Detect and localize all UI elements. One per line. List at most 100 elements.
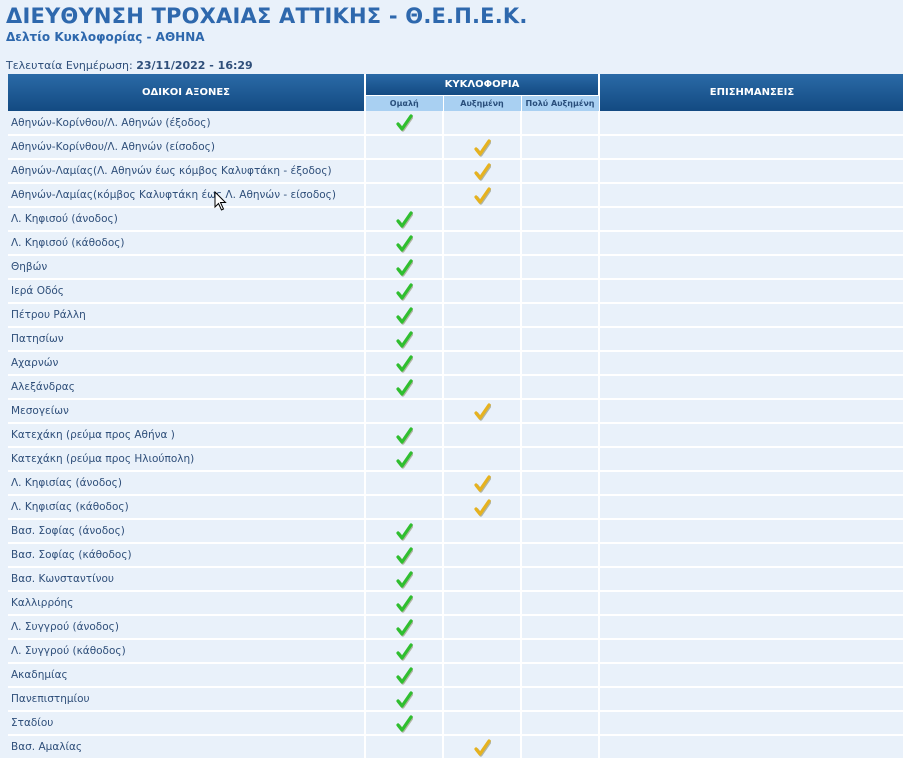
status-cell bbox=[365, 615, 444, 640]
notes-cell bbox=[599, 471, 903, 496]
status-cell bbox=[443, 399, 522, 424]
green-check-icon bbox=[396, 235, 413, 253]
table-row: Πατησίων bbox=[8, 327, 903, 352]
green-check-icon bbox=[396, 667, 413, 685]
table-row: Μεσογείων bbox=[8, 399, 903, 424]
header-status-very-increased: Πολύ Αυξημένη bbox=[521, 94, 600, 111]
status-cell bbox=[521, 327, 600, 352]
status-cell bbox=[365, 495, 444, 520]
status-cell bbox=[521, 591, 600, 616]
status-cell bbox=[365, 111, 444, 136]
yellow-check-icon bbox=[474, 163, 491, 181]
status-cell bbox=[521, 207, 600, 232]
road-name: Αθηνών-Λαμίας(κόμβος Καλυφτάκη έως Λ. Αθ… bbox=[8, 183, 366, 208]
road-name: Πέτρου Ράλλη bbox=[8, 303, 366, 328]
status-cell bbox=[521, 615, 600, 640]
status-cell bbox=[521, 135, 600, 160]
green-check-icon bbox=[396, 355, 413, 373]
table-row: Κατεχάκη (ρεύμα προς Αθήνα ) bbox=[8, 423, 903, 448]
notes-cell bbox=[599, 231, 903, 256]
green-check-icon bbox=[396, 715, 413, 733]
road-name: Λ. Κηφισίας (άνοδος) bbox=[8, 471, 366, 496]
table-row: Αθηνών-Κορίνθου/Λ. Αθηνών (έξοδος) bbox=[8, 111, 903, 136]
status-cell bbox=[365, 279, 444, 304]
table-row: Λ. Κηφισίας (άνοδος) bbox=[8, 471, 903, 496]
status-cell bbox=[521, 663, 600, 688]
status-cell bbox=[365, 711, 444, 736]
traffic-bulletin-page: ΔΙΕΥΘΥΝΣΗ ΤΡΟΧΑΙΑΣ ΑΤΤΙΚΗΣ - Θ.Ε.Π.Ε.Κ. … bbox=[0, 0, 903, 758]
page-title: ΔΙΕΥΘΥΝΣΗ ΤΡΟΧΑΙΑΣ ΑΤΤΙΚΗΣ - Θ.Ε.Π.Ε.Κ. bbox=[6, 4, 528, 28]
status-cell bbox=[365, 183, 444, 208]
road-name: Ακαδημίας bbox=[8, 663, 366, 688]
status-cell bbox=[443, 711, 522, 736]
notes-cell bbox=[599, 375, 903, 400]
notes-cell bbox=[599, 711, 903, 736]
green-check-icon bbox=[396, 259, 413, 277]
status-cell bbox=[521, 231, 600, 256]
table-row: Ακαδημίας bbox=[8, 663, 903, 688]
road-name: Αθηνών-Λαμίας(Λ. Αθηνών έως κόμβος Καλυφ… bbox=[8, 159, 366, 184]
road-name: Κατεχάκη (ρεύμα προς Αθήνα ) bbox=[8, 423, 366, 448]
status-cell bbox=[365, 735, 444, 758]
status-cell bbox=[521, 519, 600, 544]
status-cell bbox=[443, 351, 522, 376]
status-cell bbox=[521, 687, 600, 712]
yellow-check-icon bbox=[474, 139, 491, 157]
status-cell bbox=[365, 303, 444, 328]
notes-cell bbox=[599, 543, 903, 568]
green-check-icon bbox=[396, 114, 413, 132]
status-cell bbox=[365, 255, 444, 280]
status-cell bbox=[365, 423, 444, 448]
table-row: Λ. Κηφισού (κάθοδος) bbox=[8, 231, 903, 256]
status-cell bbox=[521, 711, 600, 736]
green-check-icon bbox=[396, 331, 413, 349]
notes-cell bbox=[599, 111, 903, 136]
page-subtitle: Δελτίο Κυκλοφορίας - ΑΘΗΝΑ bbox=[6, 30, 205, 44]
status-cell bbox=[443, 735, 522, 758]
status-cell bbox=[521, 375, 600, 400]
status-cell bbox=[521, 495, 600, 520]
status-cell bbox=[443, 687, 522, 712]
status-cell bbox=[443, 639, 522, 664]
last-update: Τελευταία Ενημέρωση: 23/11/2022 - 16:29 bbox=[6, 59, 253, 72]
status-cell bbox=[443, 543, 522, 568]
road-name: Πατησίων bbox=[8, 327, 366, 352]
status-cell bbox=[365, 159, 444, 184]
notes-cell bbox=[599, 567, 903, 592]
road-name: Λ. Συγγρού (κάθοδος) bbox=[8, 639, 366, 664]
status-cell bbox=[365, 567, 444, 592]
status-cell bbox=[521, 447, 600, 472]
road-name: Σταδίου bbox=[8, 711, 366, 736]
status-cell bbox=[443, 207, 522, 232]
green-check-icon bbox=[396, 451, 413, 469]
notes-cell bbox=[599, 519, 903, 544]
status-cell bbox=[521, 423, 600, 448]
status-cell bbox=[443, 159, 522, 184]
notes-cell bbox=[599, 663, 903, 688]
status-cell bbox=[365, 543, 444, 568]
status-cell bbox=[521, 351, 600, 376]
table-row: Βασ. Σοφίας (κάθοδος) bbox=[8, 543, 903, 568]
road-name: Βασ. Σοφίας (κάθοδος) bbox=[8, 543, 366, 568]
table-row: Βασ. Σοφίας (άνοδος) bbox=[8, 519, 903, 544]
notes-cell bbox=[599, 639, 903, 664]
green-check-icon bbox=[396, 571, 413, 589]
notes-cell bbox=[599, 183, 903, 208]
notes-cell bbox=[599, 279, 903, 304]
status-cell bbox=[365, 399, 444, 424]
last-update-label: Τελευταία Ενημέρωση: bbox=[6, 59, 133, 72]
road-name: Βασ. Κωνσταντίνου bbox=[8, 567, 366, 592]
status-cell bbox=[443, 231, 522, 256]
road-name: Θηβών bbox=[8, 255, 366, 280]
status-cell bbox=[443, 135, 522, 160]
green-check-icon bbox=[396, 619, 413, 637]
road-name: Πανεπιστημίου bbox=[8, 687, 366, 712]
status-cell bbox=[443, 495, 522, 520]
notes-cell bbox=[599, 159, 903, 184]
road-name: Λ. Κηφισίας (κάθοδος) bbox=[8, 495, 366, 520]
table-row: Αθηνών-Λαμίας(Λ. Αθηνών έως κόμβος Καλυφ… bbox=[8, 159, 903, 184]
status-cell bbox=[365, 327, 444, 352]
green-check-icon bbox=[396, 283, 413, 301]
status-cell bbox=[443, 255, 522, 280]
table-row: Ιερά Οδός bbox=[8, 279, 903, 304]
